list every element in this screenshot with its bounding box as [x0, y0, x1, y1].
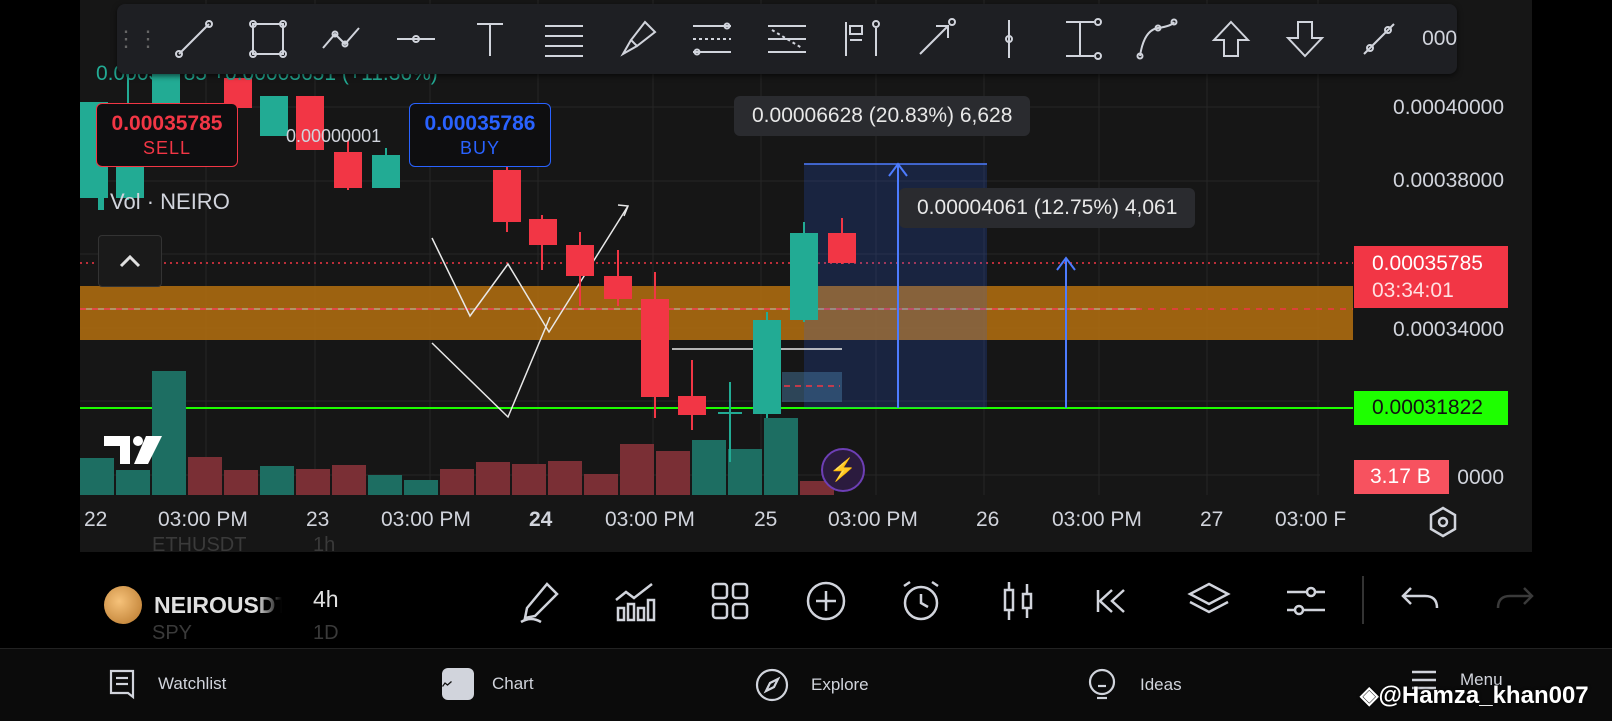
rectangle-icon[interactable]: [231, 4, 305, 74]
bar-countdown: 03:34:01: [1372, 279, 1454, 302]
ghost-interval-top: 1h: [313, 534, 336, 556]
time-label-1: 22: [84, 508, 108, 531]
arrow-up-icon[interactable]: [1194, 4, 1268, 74]
sell-button[interactable]: 0.00035785 SELL: [96, 103, 238, 167]
brush-icon[interactable]: [601, 4, 675, 74]
fib-extension-icon[interactable]: [750, 4, 824, 74]
arrow-icon[interactable]: [898, 4, 972, 74]
last-price-value: 0.00035785: [1372, 252, 1483, 275]
coin-avatar: [104, 586, 142, 624]
watermark-text: @Hamza_khan007: [1378, 682, 1589, 709]
indicators-icon[interactable]: [612, 578, 658, 624]
measure-tooltip-1: 0.00006628 (20.83%) 6,628: [734, 96, 1031, 136]
chart-area[interactable]: 0.00035785 +0.00003651 (+11.36%) ⋮⋮ 000 …: [80, 0, 1532, 552]
watchlist-icon: [109, 669, 135, 700]
fib-retracement-icon[interactable]: [675, 4, 749, 74]
time-label-12: 03:00 F: [1275, 508, 1347, 531]
sell-price: 0.00035785: [111, 112, 223, 135]
time-label-6: 03:00 PM: [605, 508, 695, 531]
time-label-5: 24: [529, 508, 553, 531]
compass-icon: [755, 668, 789, 702]
price-axis-label-4: 0000: [1457, 466, 1504, 489]
buy-price: 0.00035786: [424, 112, 536, 135]
chart-settings-icon[interactable]: [1425, 504, 1461, 545]
replay-icon[interactable]: [1090, 578, 1136, 624]
nav-chart-label: Chart: [492, 674, 534, 693]
volume-bars: [80, 371, 834, 495]
lightning-icon[interactable]: ⚡: [821, 448, 865, 492]
tradingview-logo[interactable]: [102, 432, 168, 473]
toolbar-divider: [1362, 576, 1364, 624]
small-box[interactable]: [782, 372, 842, 402]
sell-label: SELL: [142, 138, 192, 158]
symbol-selector[interactable]: NEIROUSDT: [104, 586, 282, 624]
redo-icon[interactable]: [1492, 578, 1538, 624]
alert-icon[interactable]: [898, 578, 944, 624]
price-axis-peek: 000: [1422, 27, 1458, 50]
volume-legend-text: Vol · NEIRO: [110, 189, 230, 214]
add-icon[interactable]: [803, 578, 849, 624]
long-position-icon[interactable]: [824, 4, 898, 74]
time-label-3: 23: [306, 508, 330, 531]
layouts-icon[interactable]: [707, 578, 753, 624]
text-icon[interactable]: [453, 4, 527, 74]
drawing-toolbar[interactable]: ⋮⋮ 000: [115, 4, 1458, 74]
nav-watchlist-label: Watchlist: [158, 674, 227, 693]
info-line-icon[interactable]: [1342, 4, 1416, 74]
price-axis-label-2: 0.00038000: [1393, 169, 1504, 192]
parallel-channel-icon[interactable]: [527, 4, 601, 74]
ghost-symbol-bottom: SPY: [152, 622, 193, 644]
support-zone[interactable]: [80, 286, 1353, 340]
draw-icon[interactable]: [517, 578, 563, 624]
arrow-down-icon[interactable]: [1268, 4, 1342, 74]
nav-ideas-label: Ideas: [1140, 675, 1182, 694]
time-label-2: 03:00 PM: [158, 508, 248, 531]
price-axis-label-3: 0.00034000: [1393, 318, 1504, 341]
chart-icon: [442, 668, 474, 700]
trend-line-icon[interactable]: [157, 4, 231, 74]
buy-label: BUY: [459, 138, 500, 158]
time-label-8: 03:00 PM: [828, 508, 918, 531]
settings-sliders-icon[interactable]: [1283, 578, 1329, 624]
vertical-line-icon[interactable]: [972, 4, 1046, 74]
drag-handle-icon[interactable]: ⋮⋮: [115, 4, 159, 74]
ghost-symbol-top: ETHUSDT: [152, 534, 247, 556]
lightbulb-icon: [1088, 668, 1116, 700]
symbol-name: NEIROUSDT: [154, 591, 282, 618]
buy-button[interactable]: 0.00035786 BUY: [409, 103, 551, 167]
time-label-4: 03:00 PM: [381, 508, 471, 531]
nav-explore-label: Explore: [811, 675, 869, 694]
volume-legend[interactable]: Vol · NEIRO: [98, 189, 230, 215]
support-price-tag: 0.00031822: [1354, 391, 1508, 425]
nav-watchlist[interactable]: Watchlist: [108, 668, 226, 700]
binance-logo-icon: ◈: [1360, 682, 1379, 709]
horizontal-ray-icon[interactable]: [379, 4, 453, 74]
interval-selector[interactable]: 4h: [313, 586, 339, 613]
nav-chart[interactable]: Chart: [442, 668, 534, 700]
undo-icon[interactable]: [1397, 578, 1443, 624]
measure-tooltip-2: 0.00004061 (12.75%) 4,061: [899, 188, 1196, 228]
collapse-legend-button[interactable]: [98, 235, 162, 287]
time-label-7: 25: [754, 508, 778, 531]
path-icon[interactable]: [305, 4, 379, 74]
price-range-icon[interactable]: [1046, 4, 1120, 74]
nav-ideas[interactable]: Ideas: [1086, 668, 1182, 702]
volume-color-mark: [98, 196, 104, 211]
spread-value: 0.00000001: [286, 126, 382, 146]
nav-explore[interactable]: Explore: [755, 668, 869, 702]
watermark: ◈@Hamza_khan007: [1360, 681, 1589, 710]
time-label-9: 26: [976, 508, 1000, 531]
chart-type-icon[interactable]: [995, 578, 1041, 624]
volume-value-tag: 3.17 B: [1354, 460, 1449, 494]
chevron-up-icon: [119, 254, 141, 268]
ghost-interval-bottom: 1D: [313, 622, 339, 644]
curve-icon[interactable]: [1120, 4, 1194, 74]
time-label-10: 03:00 PM: [1052, 508, 1142, 531]
price-axis-label-1: 0.00040000: [1393, 96, 1504, 119]
last-price-tag: 0.00035785 03:34:01: [1354, 246, 1508, 308]
layers-icon[interactable]: [1186, 578, 1232, 624]
time-label-11: 27: [1200, 508, 1224, 531]
